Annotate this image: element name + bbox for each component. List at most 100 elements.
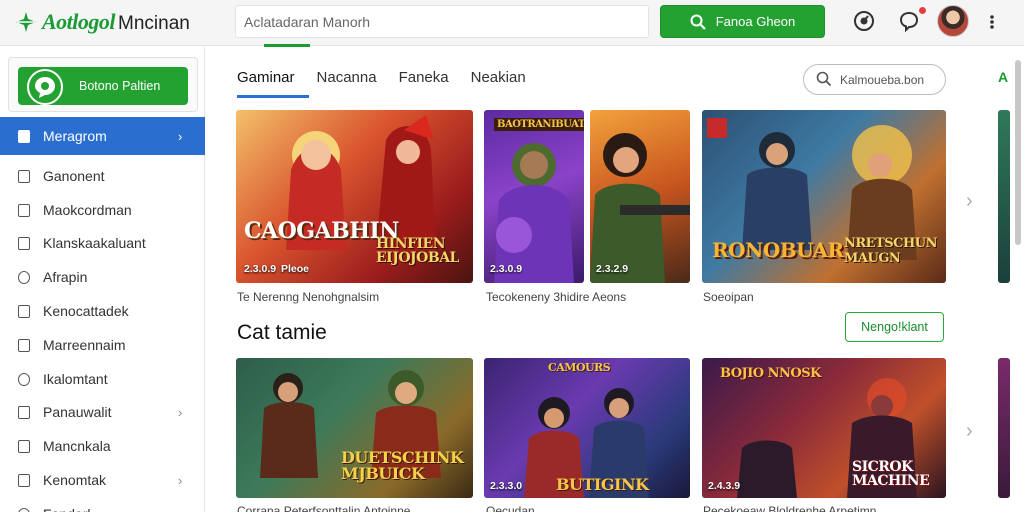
sidebar-item-label: Ikalomtant <box>43 370 108 387</box>
sidebar-item-label: Afrapin <box>43 269 88 286</box>
whatsapp-chat-icon <box>27 69 63 105</box>
game-card[interactable]: CAOGABHIN HINFIEN EIJOJOBAL 2.3.0.9 Pleo… <box>236 110 473 283</box>
tab-item[interactable]: Nacanna <box>317 69 377 99</box>
primary-action-label: Fanoa Gheon <box>715 14 796 29</box>
game-version: 2.3.2.9 <box>596 263 629 275</box>
sidebar-item-icon <box>18 305 30 319</box>
search-icon <box>816 71 832 87</box>
game-title-main: BAOTRANIBUAT <box>494 118 584 131</box>
sidebar-cta-label: Botono Paltien <box>79 79 161 93</box>
sidebar-item-label: Marreennaim <box>43 336 126 353</box>
game-card[interactable]: DUETSCHINK MJBUICK <box>236 358 473 498</box>
sidebar-item-icon <box>18 372 30 386</box>
game-caption: Pecekoeaw Bloldrenhe Arpetimn <box>703 504 877 512</box>
sidebar-item-icon <box>18 474 30 488</box>
brand-name: Aotlogol <box>42 9 116 34</box>
game-version: 2.3.0.9 <box>244 263 277 275</box>
sidebar-item-icon <box>18 507 30 512</box>
tab-item[interactable]: Neakian <box>471 69 526 99</box>
sidebar-item-icon <box>18 338 30 352</box>
game-card[interactable]: BOJIO NNOSK SICROK MACHINE 2.4.3.9 <box>702 358 946 498</box>
sidebar-item[interactable]: Ganonent <box>0 159 205 193</box>
sidebar-item-icon <box>18 169 30 183</box>
game-card[interactable]: BAOTRANIBUAT 2.3.0.9 <box>484 110 584 283</box>
game-title-main: RONOBUAR <box>712 238 844 262</box>
scrollbar[interactable] <box>1015 60 1021 245</box>
sidebar-item-label: Panauwalit <box>43 404 112 421</box>
sidebar-item[interactable]: Marreennaim <box>0 328 205 362</box>
logo-text: Aotlogol Mncinan <box>42 9 190 35</box>
sidebar-item[interactable]: Maokcordman <box>0 193 205 227</box>
game-version: 2.3.0.9 <box>490 263 523 275</box>
section-title: Cat tamie <box>237 321 327 344</box>
sidebar-item[interactable]: Meragrom › <box>0 117 205 155</box>
sidebar-item[interactable]: Ikalomtant <box>0 362 205 396</box>
game-card[interactable]: CAMOURS BUTIGINK 2.3.3.0 <box>484 358 690 498</box>
sidebar-item-label: Kenomtak <box>43 472 107 489</box>
sidebar-item-icon <box>18 406 30 420</box>
sidebar-item-label: Klanskaakaluant <box>43 235 146 252</box>
sidebar: Botono Paltien Meragrom › Ganonent Maokcord… <box>0 47 205 512</box>
game-card-partial[interactable] <box>998 110 1010 283</box>
sidebar-item-icon <box>18 271 30 285</box>
game-caption: Soeoipan <box>703 290 754 304</box>
chevron-right-icon: › <box>178 473 183 489</box>
more-vertical-icon[interactable] <box>986 12 998 32</box>
sidebar-item[interactable]: Panauwalit › <box>0 396 205 430</box>
chat-bubble-icon[interactable] <box>898 10 920 32</box>
game-version: 2.4.3.9 <box>708 480 741 492</box>
game-caption: Tecokeneny 3hidire Aeons <box>486 290 627 304</box>
game-title-secondary: SICROK MACHINE <box>852 459 930 489</box>
game-version: 2.3.3.0 <box>490 480 523 492</box>
sidebar-item-icon <box>18 440 30 454</box>
gauge-icon[interactable] <box>853 10 875 32</box>
app-logo[interactable]: Aotlogol Mncinan <box>14 6 190 38</box>
filter-search-placeholder: Kalmoueba.bon <box>840 73 925 87</box>
game-title-main: BOJIO NNOSK <box>720 366 821 381</box>
sidebar-item-icon <box>18 237 30 251</box>
game-tag: Pleoe <box>281 263 310 275</box>
game-artwork <box>494 143 574 283</box>
logo-icon <box>16 12 36 32</box>
chevron-right-icon: › <box>178 507 182 512</box>
primary-action-button[interactable]: Fanoa Gheon <box>660 5 825 38</box>
search-icon <box>690 14 706 30</box>
game-caption: Oecudan <box>486 504 535 512</box>
sidebar-item[interactable]: Klanskaakaluant <box>0 227 205 261</box>
game-caption: Corrana Peterfsonttalin Antoinne <box>237 504 411 512</box>
section-more-button[interactable]: Nengo!klant <box>845 312 944 342</box>
sidebar-item[interactable]: Fandarl › <box>0 497 205 512</box>
sidebar-item[interactable]: Afrapin <box>0 260 205 294</box>
sidebar-item[interactable]: Kenocattadek <box>0 294 205 328</box>
sidebar-item-label: Meragrom <box>43 128 107 144</box>
search-input[interactable]: Aclatadaran Manorh <box>235 5 649 38</box>
active-tab-indicator <box>237 95 309 98</box>
game-card[interactable]: RONOBUAR NRETSCHUN MAUGN <box>702 110 946 283</box>
sidebar-item-label: Ganonent <box>43 167 105 184</box>
game-title-secondary: BUTIGINK <box>556 475 649 494</box>
game-card-partial[interactable] <box>998 358 1010 498</box>
tab-item[interactable]: Faneka <box>399 69 449 99</box>
sidebar-item[interactable]: Mancnkala <box>0 429 205 463</box>
game-badge <box>707 118 727 138</box>
sidebar-item-icon <box>18 203 30 217</box>
sidebar-item-label: Kenocattadek <box>43 303 129 320</box>
edge-letter: A <box>998 69 1009 85</box>
sidebar-item[interactable]: Kenomtak › <box>0 463 205 497</box>
avatar[interactable] <box>937 5 969 37</box>
top-bar: Aotlogol Mncinan Aclatadaran Manorh Fano… <box>0 0 1024 47</box>
carousel-next-arrow[interactable]: › <box>966 420 973 443</box>
notification-badge <box>918 6 927 15</box>
game-title-main: CAMOURS <box>548 361 611 374</box>
carousel-next-arrow[interactable]: › <box>966 190 973 213</box>
chevron-right-icon: › <box>178 129 183 144</box>
game-card[interactable]: 2.3.2.9 <box>590 110 690 283</box>
brand-subtitle: Mncinan <box>118 13 190 34</box>
game-title-main: DUETSCHINK MJBUICK <box>341 448 464 483</box>
chevron-right-icon: › <box>178 405 183 421</box>
sidebar-item-label: Fandarl <box>43 506 90 512</box>
game-caption: Te Nerenng Nenohgnalsim <box>237 290 380 304</box>
game-title-secondary: HINFIEN EIJOJOBAL <box>376 236 459 266</box>
game-artwork <box>590 133 690 283</box>
sidebar-list: Meragrom › Ganonent Maokcordman Klanskaakalu… <box>0 117 205 512</box>
